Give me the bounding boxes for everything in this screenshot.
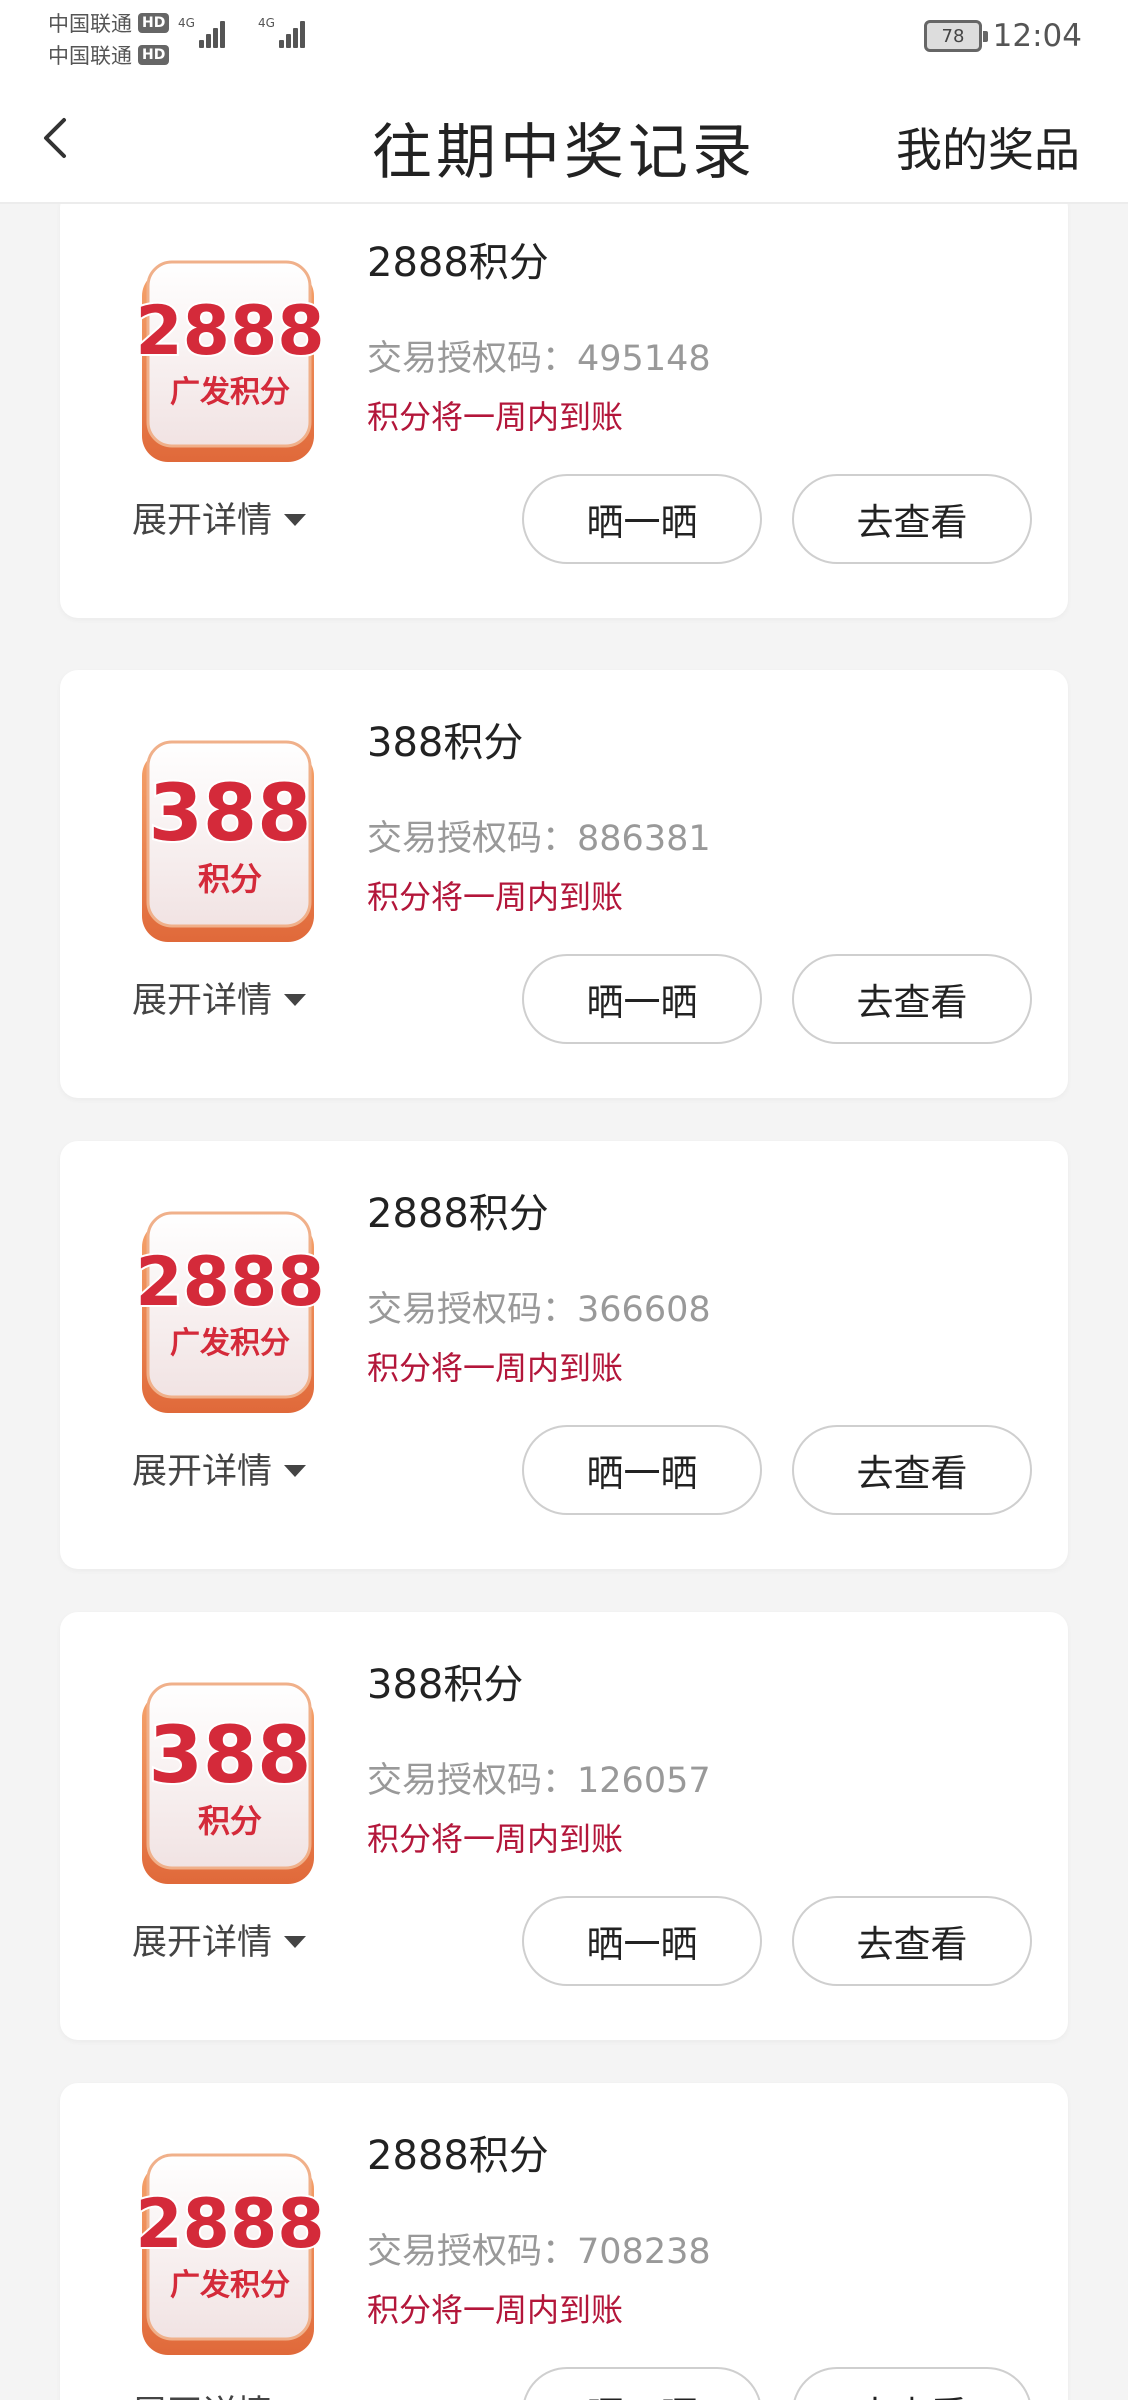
auth-code-value: 366608: [577, 1290, 711, 1330]
expand-details-toggle[interactable]: 展开详情: [132, 972, 307, 1023]
auth-code-row: 交易授权码：708238: [367, 2223, 711, 2274]
view-button[interactable]: 去查看: [792, 1896, 1032, 1986]
prize-badge-image: 2888 广发积分: [133, 2153, 327, 2355]
badge-text: 广发积分: [170, 375, 290, 410]
share-button[interactable]: 晒一晒: [522, 474, 762, 564]
caret-down-icon: [284, 1935, 307, 1948]
badge-number: 388: [149, 769, 312, 859]
carrier-1-name: 中国联通: [48, 12, 132, 36]
auth-code-row: 交易授权码：366608: [367, 1281, 711, 1332]
prize-name: 2888积分: [367, 2133, 549, 2179]
badge-text: 广发积分: [170, 1326, 290, 1361]
auth-code-row: 交易授权码：495148: [367, 330, 711, 381]
expand-details-label: 展开详情: [132, 1452, 273, 1492]
credit-note: 积分将一周内到账: [367, 878, 624, 916]
auth-code-label: 交易授权码：: [367, 819, 578, 859]
caret-down-icon: [284, 513, 307, 526]
expand-details-toggle[interactable]: 展开详情: [132, 1914, 307, 1965]
network-2-label: 4G: [258, 16, 275, 30]
auth-code-row: 交易授权码：886381: [367, 810, 711, 861]
prize-card: 2888 广发积分 2888积分 交易授权码：366608 积分将一周内到账 展…: [60, 1141, 1068, 1569]
caret-down-icon: [284, 993, 307, 1006]
prize-card: 388 积分 388积分 交易授权码：886381 积分将一周内到账 展开详情 …: [60, 670, 1068, 1098]
share-button[interactable]: 晒一晒: [522, 1896, 762, 1986]
auth-code-label: 交易授权码：: [367, 339, 578, 379]
prize-badge-image: 388 积分: [142, 740, 314, 942]
battery-level: 78: [941, 25, 965, 47]
status-bar: 中国联通 HD 中国联通 HD 4G 4G 78 12:04: [0, 0, 1128, 72]
badge-number: 2888: [135, 292, 324, 371]
auth-code-label: 交易授权码：: [367, 1761, 578, 1801]
prize-name: 2888积分: [367, 1191, 549, 1237]
badge-number: 2888: [135, 2185, 324, 2264]
carrier-2-name: 中国联通: [48, 44, 132, 68]
share-button[interactable]: 晒一晒: [522, 954, 762, 1044]
view-button[interactable]: 去查看: [792, 474, 1032, 564]
expand-details-label: 展开详情: [132, 981, 273, 1021]
credit-note: 积分将一周内到账: [367, 2291, 624, 2329]
carrier-2: 中国联通 HD: [48, 40, 170, 70]
auth-code-row: 交易授权码：126057: [367, 1752, 711, 1803]
prize-card: 2888 广发积分 2888积分 交易授权码：495148 积分将一周内到账 展…: [60, 204, 1068, 618]
prize-badge-image: 2888 广发积分: [133, 1211, 327, 1413]
credit-note: 积分将一周内到账: [367, 398, 624, 436]
view-button[interactable]: 去查看: [792, 2367, 1032, 2400]
badge-number: 388: [149, 1711, 312, 1801]
expand-details-toggle[interactable]: 展开详情: [132, 2385, 306, 2400]
prize-name: 388积分: [367, 1662, 524, 1708]
my-prizes-link[interactable]: 我的奖品: [896, 114, 1080, 180]
hd-badge-1: HD: [138, 13, 170, 33]
auth-code-value: 495148: [577, 339, 711, 379]
view-button[interactable]: 去查看: [792, 954, 1032, 1044]
expand-details-toggle[interactable]: 展开详情: [132, 492, 307, 543]
signal-2-icon: 4G: [258, 16, 305, 48]
prize-name: 388积分: [367, 720, 524, 766]
expand-details-label: 展开详情: [132, 1923, 273, 1963]
hd-badge-2: HD: [138, 45, 170, 65]
carrier-1: 中国联通 HD: [48, 8, 170, 38]
auth-code-value: 708238: [577, 2232, 711, 2272]
expand-details-label: 展开详情: [132, 2385, 272, 2400]
share-button[interactable]: 晒一晒: [522, 1425, 762, 1515]
caret-down-icon: [284, 1464, 307, 1477]
badge-number: 2888: [135, 1243, 324, 1322]
auth-code-value: 886381: [577, 819, 711, 859]
nav-header: 往期中奖记录 我的奖品: [0, 72, 1128, 204]
prize-name: 2888积分: [367, 240, 549, 286]
auth-code-value: 126057: [577, 1761, 711, 1801]
expand-details-label: 展开详情: [132, 501, 273, 541]
view-button[interactable]: 去查看: [792, 1425, 1032, 1515]
clock: 12:04: [992, 18, 1082, 54]
auth-code-label: 交易授权码：: [367, 2232, 578, 2272]
badge-text: 积分: [198, 1802, 262, 1840]
battery-icon: 78: [924, 20, 988, 52]
prize-card: 2888 广发积分 2888积分 交易授权码：708238 积分将一周内到账 展…: [60, 2083, 1068, 2400]
signal-1-icon: 4G: [178, 16, 225, 48]
expand-details-toggle[interactable]: 展开详情: [132, 1443, 307, 1494]
auth-code-label: 交易授权码：: [367, 1290, 578, 1330]
share-button[interactable]: 晒一晒: [522, 2367, 762, 2400]
credit-note: 积分将一周内到账: [367, 1349, 624, 1387]
prize-badge-image: 2888 广发积分: [133, 260, 327, 462]
prize-badge-image: 388 积分: [142, 1682, 314, 1884]
prize-card: 388 积分 388积分 交易授权码：126057 积分将一周内到账 展开详情 …: [60, 1612, 1068, 2040]
badge-text: 广发积分: [170, 2268, 290, 2303]
credit-note: 积分将一周内到账: [367, 1820, 624, 1858]
badge-text: 积分: [198, 860, 262, 898]
prize-list[interactable]: 2888 广发积分 2888积分 交易授权码：495148 积分将一周内到账 展…: [0, 204, 1128, 2400]
network-1-label: 4G: [178, 16, 195, 30]
